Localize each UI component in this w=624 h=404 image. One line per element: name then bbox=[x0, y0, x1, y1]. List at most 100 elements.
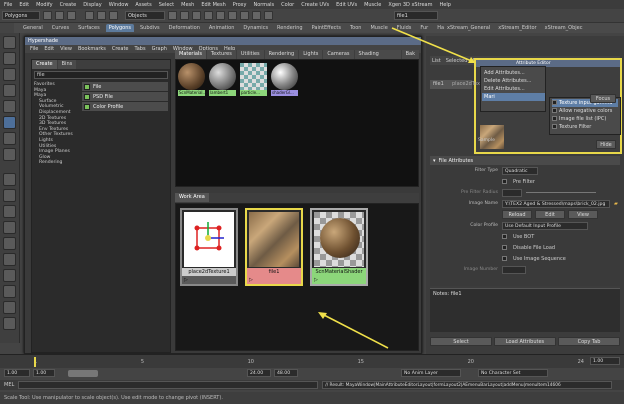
menu-item[interactable]: Modify bbox=[36, 2, 53, 8]
tab-work-area[interactable]: Work Area bbox=[175, 193, 209, 202]
menu-item[interactable]: Edit UVs bbox=[336, 2, 357, 8]
mari-submenu-item[interactable]: Image file list (IPC) bbox=[552, 115, 618, 123]
menuset-dropdown[interactable]: Polygons bbox=[2, 11, 40, 20]
filter-type-dropdown[interactable]: Quadratic bbox=[502, 166, 538, 175]
layout-icon[interactable] bbox=[3, 269, 16, 282]
shelf-tab[interactable]: xStream_Editor bbox=[495, 24, 539, 32]
paint-select-icon[interactable] bbox=[3, 68, 16, 81]
hypershade-menu-item[interactable]: View bbox=[60, 46, 72, 52]
create-tab[interactable]: Bins bbox=[57, 60, 77, 69]
menu-item[interactable]: Window bbox=[109, 2, 129, 8]
trax-icon[interactable] bbox=[3, 317, 16, 330]
submenu-checkbox[interactable] bbox=[552, 100, 557, 105]
shelf-tab[interactable]: Deformation bbox=[166, 24, 203, 32]
single-perspective-icon[interactable] bbox=[3, 173, 16, 186]
submenu-checkbox[interactable] bbox=[552, 116, 557, 121]
shelf-tab[interactable]: Animation bbox=[206, 24, 238, 32]
pre-filter-checkbox[interactable] bbox=[502, 179, 507, 184]
node-place2dtexture[interactable]: place2dTexture1 ▷ bbox=[180, 208, 238, 286]
save-scene-icon[interactable] bbox=[67, 11, 76, 20]
material-swatch[interactable]: ScnMaterial... bbox=[178, 63, 206, 101]
attributes-menu-item[interactable]: Delete Attributes... bbox=[484, 77, 542, 85]
attr-menu-item[interactable]: List bbox=[432, 58, 441, 64]
menu-item[interactable]: Xgen 3D xStream bbox=[388, 2, 432, 8]
shelf-tab[interactable]: Fluids bbox=[394, 24, 415, 32]
hypershade-menu-item[interactable]: Edit bbox=[44, 46, 54, 52]
menu-item[interactable]: Help bbox=[440, 2, 451, 8]
material-tab[interactable]: Utilities bbox=[236, 50, 264, 59]
tree-item[interactable]: Rendering bbox=[34, 160, 80, 166]
checkbox[interactable] bbox=[502, 256, 507, 261]
ipr-render-icon[interactable] bbox=[228, 11, 237, 20]
dope-sheet-icon[interactable] bbox=[3, 301, 16, 314]
shelf-tab[interactable]: Dynamics bbox=[240, 24, 271, 32]
mari-submenu-item[interactable]: Texture Filter bbox=[552, 123, 618, 131]
menu-item[interactable]: Proxy bbox=[233, 2, 247, 8]
shelf-tab[interactable]: Subdivs bbox=[137, 24, 163, 32]
lasso-tool-icon[interactable] bbox=[3, 52, 16, 65]
menu-item[interactable]: Edit Mesh bbox=[201, 2, 225, 8]
material-tab[interactable]: Rendering bbox=[264, 50, 299, 59]
checkbox[interactable] bbox=[502, 234, 507, 239]
tab-place2d[interactable]: place2dTexture bbox=[452, 80, 490, 89]
select-component-icon[interactable] bbox=[109, 11, 118, 20]
hypershade-menu-item[interactable]: Graph bbox=[152, 46, 167, 52]
folder-icon[interactable]: ▰ bbox=[614, 201, 618, 207]
material-tab[interactable]: Lights bbox=[299, 50, 323, 59]
material-tab[interactable]: Shading Groups bbox=[354, 50, 401, 66]
time-slider[interactable]: 1510152024 1.00 bbox=[0, 354, 624, 368]
material-swatch[interactable]: lambert1 bbox=[209, 63, 236, 101]
search-field[interactable]: file1 bbox=[394, 11, 438, 20]
shelf-tab[interactable]: Muscle bbox=[367, 24, 390, 32]
hypershade-icon[interactable] bbox=[252, 11, 261, 20]
shelf-tab[interactable]: PaintEffects bbox=[309, 24, 344, 32]
color-profile-dropdown[interactable]: Use Default Input Profile bbox=[502, 221, 588, 230]
hide-button[interactable]: Hide bbox=[596, 140, 616, 149]
menu-item[interactable]: Create bbox=[60, 2, 77, 8]
snap-point-icon[interactable] bbox=[192, 11, 201, 20]
menu-item[interactable]: Normals bbox=[253, 2, 274, 8]
end-time-field[interactable]: 48.00 bbox=[274, 369, 298, 377]
character-set-dropdown[interactable]: No Character Set bbox=[478, 369, 548, 377]
node-scnmaterialshader[interactable]: ScnMaterialShader ▷ bbox=[310, 208, 368, 286]
hypershade-menu-item[interactable]: Tabs bbox=[135, 46, 146, 52]
shelf-tab[interactable]: xStream_General bbox=[444, 24, 493, 32]
select-tool-icon[interactable] bbox=[3, 36, 16, 49]
attributes-menu-item[interactable]: Edit Attributes... bbox=[484, 85, 542, 93]
four-view-icon[interactable] bbox=[3, 189, 16, 202]
menu-item[interactable]: File bbox=[4, 2, 12, 8]
shelf-tab[interactable]: Surfaces bbox=[75, 24, 103, 32]
menu-item[interactable]: Select bbox=[159, 2, 174, 8]
submenu-checkbox[interactable] bbox=[552, 124, 557, 129]
select-hierarchy-icon[interactable] bbox=[85, 11, 94, 20]
material-tab[interactable]: Bak bbox=[401, 50, 419, 59]
new-scene-icon[interactable] bbox=[43, 11, 52, 20]
current-frame-field[interactable]: 1.00 bbox=[590, 357, 620, 366]
move-tool-icon[interactable] bbox=[3, 84, 16, 97]
persp-outliner-icon[interactable] bbox=[3, 205, 16, 218]
focus-button[interactable]: Focus bbox=[590, 94, 616, 103]
file-node-item[interactable]: Color Profile bbox=[82, 102, 168, 111]
render-settings-icon[interactable] bbox=[240, 11, 249, 20]
checkbox[interactable] bbox=[502, 245, 507, 250]
create-search-input[interactable]: file bbox=[34, 71, 168, 79]
attr-bottom-button[interactable]: Select bbox=[430, 337, 492, 346]
outliner-icon[interactable] bbox=[3, 253, 16, 266]
range-bar[interactable] bbox=[68, 369, 98, 377]
channel-box-icon[interactable] bbox=[264, 11, 273, 20]
hypershade-menu-item[interactable]: Bookmarks bbox=[78, 46, 106, 52]
pre-filter-radius-input[interactable] bbox=[502, 188, 522, 197]
reload-button[interactable]: Reload bbox=[502, 210, 532, 219]
hypershade-layout-icon[interactable] bbox=[3, 237, 16, 250]
snap-grid-icon[interactable] bbox=[168, 11, 177, 20]
pre-filter-radius-slider[interactable] bbox=[526, 192, 596, 193]
image-number-input[interactable] bbox=[502, 265, 526, 274]
attr-menu-item[interactable]: Selected bbox=[446, 58, 468, 64]
select-object-icon[interactable] bbox=[97, 11, 106, 20]
submenu-checkbox[interactable] bbox=[552, 108, 557, 113]
menu-item[interactable]: Edit bbox=[19, 2, 29, 8]
node-file1[interactable]: file1 ▷ bbox=[245, 208, 303, 286]
shelf-tab[interactable]: Polygons bbox=[105, 24, 134, 32]
start-time-field[interactable]: 1.00 bbox=[4, 369, 30, 377]
menu-item[interactable]: Muscle bbox=[364, 2, 381, 8]
